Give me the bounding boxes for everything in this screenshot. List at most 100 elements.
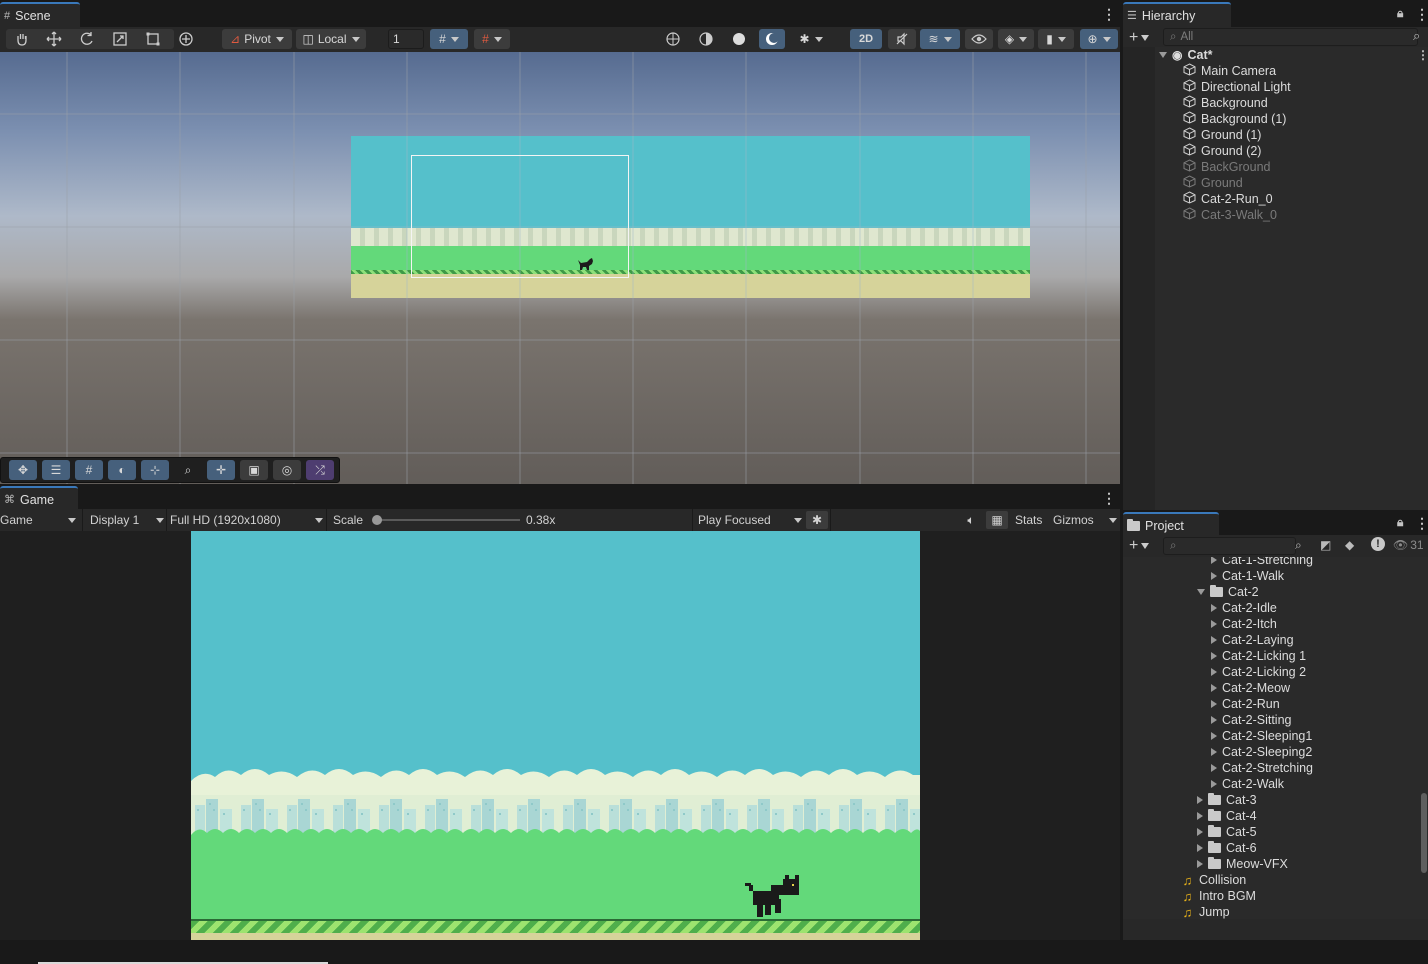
scene-menu-icon[interactable]: ⋮ — [1102, 7, 1116, 21]
project-item[interactable]: ♫ Intro BGM — [1181, 888, 1256, 904]
overlay-search-icon[interactable]: ⌕ — [174, 460, 202, 480]
overlay-sliders-icon[interactable]: ☰ — [42, 460, 70, 480]
local-dropdown[interactable]: ◫ Local — [296, 29, 366, 49]
project-item[interactable]: Cat-2-Sitting — [1211, 712, 1291, 728]
tab-game[interactable]: ⌘ Game — [0, 486, 78, 511]
snap-increment-dropdown[interactable]: # — [474, 29, 510, 49]
chevron-down-icon[interactable] — [1197, 589, 1205, 595]
hidden-packages-toggle[interactable]: 👁︎ 31 — [1393, 538, 1424, 552]
effects-dropdown[interactable]: ≋ — [920, 29, 960, 49]
hierarchy-search-input[interactable]: ⌕ All — [1163, 28, 1418, 46]
project-item[interactable]: Cat-1-Walk — [1211, 568, 1284, 584]
chevron-right-icon[interactable] — [1211, 780, 1217, 788]
game-view[interactable] — [191, 531, 920, 940]
hierarchy-item[interactable]: Background (1) — [1183, 111, 1286, 127]
rotate-tool-icon[interactable] — [74, 29, 100, 49]
chevron-right-icon[interactable] — [1197, 828, 1203, 836]
mute-audio-icon[interactable]: 🔈︎ — [960, 511, 982, 529]
create-add-icon[interactable]: + — [1129, 537, 1155, 555]
hierarchy-item[interactable]: Directional Light — [1183, 79, 1291, 95]
project-item[interactable]: Cat-2-Stretching — [1211, 760, 1313, 776]
overlay-pivot-icon[interactable]: ✛ — [207, 460, 235, 480]
project-item[interactable]: Cat-2-Itch — [1211, 616, 1277, 632]
overlay-snap-icon[interactable]: ⊹ — [141, 460, 169, 480]
audio-toggle-icon[interactable] — [888, 29, 916, 49]
project-item[interactable]: Cat-2-Idle — [1211, 600, 1277, 616]
chevron-right-icon[interactable] — [1211, 700, 1217, 708]
project-menu-icon[interactable]: ⋮ — [1415, 516, 1428, 530]
gizmos-dropdown[interactable]: Gizmos — [1053, 512, 1117, 528]
search-options-icon[interactable]: ⌕ — [1413, 28, 1420, 44]
project-item[interactable]: Cat-6 — [1197, 840, 1257, 856]
rect-tool-icon[interactable] — [140, 29, 166, 49]
hierarchy-item[interactable]: Cat-3-Walk_0 — [1183, 207, 1277, 223]
project-item[interactable]: Cat-2-Laying — [1211, 632, 1294, 648]
project-item[interactable]: Cat-1-Stretching — [1211, 557, 1313, 568]
project-item[interactable]: Cat-2-Run — [1211, 696, 1280, 712]
project-item[interactable]: Meow-VFX — [1197, 856, 1288, 872]
layers-dropdown[interactable]: ◈ — [998, 29, 1034, 49]
project-item[interactable]: Cat-2 — [1197, 584, 1259, 600]
chevron-right-icon[interactable] — [1197, 860, 1203, 868]
chevron-right-icon[interactable] — [1211, 636, 1217, 644]
hierarchy-item[interactable]: Background — [1183, 95, 1268, 111]
project-search-input[interactable]: ⌕ — [1163, 537, 1296, 555]
project-item[interactable]: Cat-2-Sleeping2 — [1211, 744, 1312, 760]
shaded-wireframe-icon[interactable] — [693, 29, 719, 49]
wireframe-icon[interactable] — [660, 29, 686, 49]
project-item[interactable]: Cat-2-Walk — [1211, 776, 1284, 792]
chevron-right-icon[interactable] — [1211, 732, 1217, 740]
chevron-right-icon[interactable] — [1211, 604, 1217, 612]
chevron-right-icon[interactable] — [1211, 764, 1217, 772]
grid-visibility-dropdown[interactable]: # — [430, 29, 468, 49]
lock-icon[interactable]: 🔒︎ — [1397, 7, 1403, 19]
scene-viewport[interactable]: ✥ ☰ # ◐ ⊹ ⌕ ✛ ▣ ◎ ⤮ — [0, 52, 1120, 484]
play-focused-dropdown[interactable]: Play Focused — [698, 512, 802, 528]
hierarchy-item[interactable]: Ground — [1183, 175, 1243, 191]
chevron-right-icon[interactable] — [1197, 812, 1203, 820]
game-view-dropdown[interactable]: Game — [0, 512, 80, 528]
project-item[interactable]: Cat-2-Licking 2 — [1211, 664, 1306, 680]
hierarchy-item[interactable]: Main Camera — [1183, 63, 1276, 79]
project-scrollbar[interactable] — [1420, 557, 1428, 919]
overlay-shuffle-icon[interactable]: ⤮ — [306, 460, 334, 480]
chevron-right-icon[interactable] — [1211, 716, 1217, 724]
gizmos-dropdown[interactable]: ⊕ — [1080, 29, 1118, 49]
chevron-right-icon[interactable] — [1197, 844, 1203, 852]
grid-snap-input[interactable]: 1 — [388, 29, 424, 49]
game-cat-sprite[interactable] — [745, 873, 805, 919]
lock-icon[interactable]: 🔒︎ — [1397, 516, 1403, 528]
overlay-compass-icon[interactable]: ◎ — [273, 460, 301, 480]
resolution-dropdown[interactable]: Full HD (1920x1080) — [170, 512, 323, 528]
tab-scene[interactable]: # Scene — [0, 2, 80, 27]
project-scrollbar-thumb[interactable] — [1421, 793, 1427, 873]
project-item[interactable]: ♫ Jump — [1181, 904, 1230, 920]
scene-cat-sprite[interactable] — [577, 257, 595, 271]
toggle-2d-button[interactable]: 2D — [850, 29, 882, 49]
chevron-right-icon[interactable] — [1211, 572, 1217, 580]
visibility-icon[interactable] — [965, 29, 993, 49]
debug-draw-dropdown[interactable]: ✱ — [792, 29, 830, 49]
hierarchy-item[interactable]: Cat-2-Run_0 — [1183, 191, 1273, 207]
tab-project[interactable]: Project — [1123, 512, 1219, 537]
chevron-right-icon[interactable] — [1211, 557, 1217, 564]
scale-slider-thumb[interactable] — [371, 515, 382, 525]
overlay-move-icon[interactable]: ✥ — [9, 460, 37, 480]
shaded-icon[interactable] — [726, 29, 752, 49]
project-item[interactable]: Cat-2-Licking 1 — [1211, 648, 1306, 664]
lighting-icon[interactable] — [759, 29, 785, 49]
transform-tool-icon[interactable] — [173, 29, 199, 49]
project-item[interactable]: Cat-3 — [1197, 792, 1257, 808]
vsync-icon[interactable]: ▦ — [986, 511, 1008, 529]
project-item[interactable]: Cat-5 — [1197, 824, 1257, 840]
stats-button[interactable]: Stats — [1015, 513, 1042, 527]
scene-root[interactable]: ◉ Cat* — [1159, 47, 1213, 63]
hierarchy-item[interactable]: BackGround — [1183, 159, 1270, 175]
warning-info-icon[interactable]: ! — [1371, 537, 1385, 551]
project-item[interactable]: ♫ Collision — [1181, 872, 1247, 888]
label-tag-icon[interactable]: ◆ — [1345, 538, 1354, 552]
overlay-light-icon[interactable]: ◐ — [108, 460, 136, 480]
move-tool-icon[interactable] — [41, 29, 67, 49]
chevron-right-icon[interactable] — [1211, 620, 1217, 628]
filter-type-icon[interactable]: ◩ — [1320, 538, 1331, 552]
